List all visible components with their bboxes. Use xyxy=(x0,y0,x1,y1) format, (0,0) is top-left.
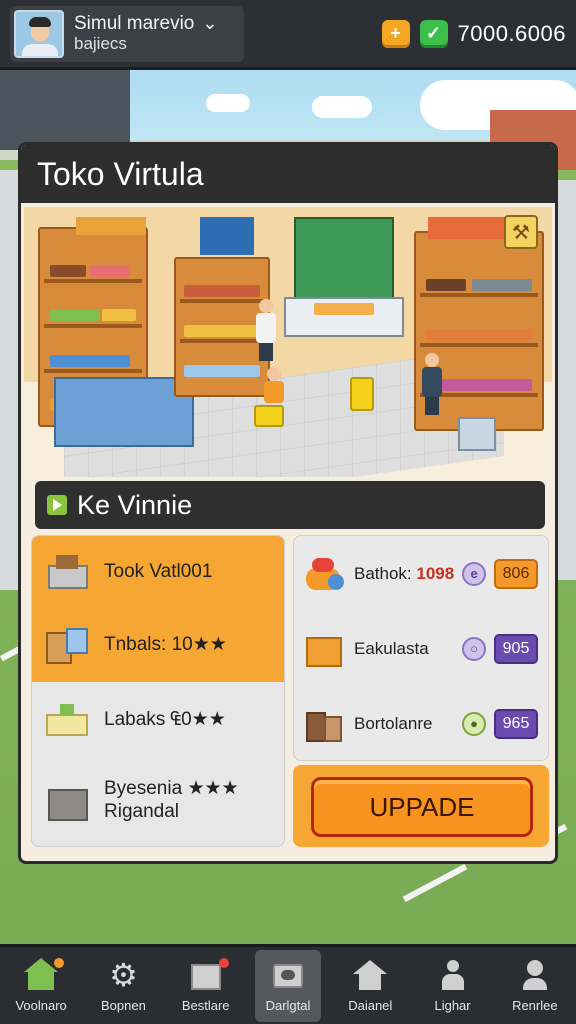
list-item-label: Tnbals: 10★★ xyxy=(104,634,227,656)
nav-item-register[interactable]: Darlgtal xyxy=(254,949,321,1022)
check-icon[interactable]: ✓ xyxy=(419,19,448,48)
list-item[interactable]: Tnbals: 10★★ xyxy=(32,609,284,682)
avatar xyxy=(14,9,64,58)
currency-display: + ✓ 7000.6006 xyxy=(381,19,567,48)
crates-icon xyxy=(302,704,346,744)
nav-item-person[interactable]: Lighar xyxy=(420,950,486,1022)
upgrade-container: UPPADE xyxy=(293,765,549,847)
nav-label: Bopnen xyxy=(101,998,146,1013)
list-item-sublabel: Rigandal xyxy=(104,801,179,822)
orange-box-icon xyxy=(302,629,346,669)
list-item-value: 1098 xyxy=(416,563,455,583)
panel-title: Toko Virtula xyxy=(21,145,555,203)
list-item[interactable]: Bortolanre ● 965 xyxy=(294,686,548,761)
bottom-navigation: Voolnaro ⚙ Bopnen Bestlare Darlgtal Daia… xyxy=(0,944,576,1024)
nav-label: Lighar xyxy=(434,998,471,1013)
play-icon xyxy=(47,495,67,515)
price-button[interactable]: 806 xyxy=(494,558,538,589)
section-header: Ke Vinnie xyxy=(35,481,545,529)
list-item[interactable]: Labaks ₠0★★ xyxy=(32,682,284,758)
shop-box-icon xyxy=(189,958,223,992)
cash-register-icon xyxy=(42,551,92,595)
notification-badge xyxy=(218,957,229,968)
home-icon xyxy=(24,958,59,992)
nav-label: Daianel xyxy=(348,998,393,1013)
profile-subtitle: bajiecs xyxy=(74,33,127,53)
currency-circle-icon: e xyxy=(462,561,486,586)
list-item[interactable]: Eakulasta ○ 905 xyxy=(294,611,548,686)
money-amount: 7000.6006 xyxy=(457,20,566,46)
nav-label: Bestlare xyxy=(181,998,230,1013)
list-item-label: Bathok: xyxy=(354,563,412,583)
price-button[interactable]: 905 xyxy=(494,633,538,664)
boxes-icon xyxy=(42,624,92,668)
price-button[interactable]: 965 xyxy=(494,708,538,739)
person-icon xyxy=(436,958,470,992)
nav-item-home[interactable]: Voolnaro xyxy=(8,950,74,1022)
register-icon xyxy=(271,958,305,992)
profile-name: Simul marevio xyxy=(74,12,195,34)
nav-label: Renrlee xyxy=(512,998,558,1013)
section-title: Ke Vinnie xyxy=(77,489,193,520)
gear-icon: ⚙ xyxy=(109,957,138,993)
list-item[interactable]: Bathok: 1098 e 806 xyxy=(294,536,548,611)
nav-item-settings[interactable]: ⚙ Bopnen xyxy=(90,950,156,1022)
plus-coin-icon[interactable]: + xyxy=(381,19,410,48)
profile-selector[interactable]: Simul marevio ⌄ bajiecs xyxy=(10,5,244,62)
list-item-label: Bortolanre xyxy=(354,713,433,733)
top-bar: Simul marevio ⌄ bajiecs + ✓ 7000.6006 xyxy=(0,0,576,70)
nav-item-house[interactable]: Daianel xyxy=(337,950,403,1022)
list-item-label: Took Vatl001 xyxy=(104,561,213,583)
storage-box-icon xyxy=(42,779,92,823)
nav-item-shop[interactable]: Bestlare xyxy=(173,950,239,1022)
house-icon xyxy=(353,958,388,992)
edit-store-button[interactable]: ⚒ xyxy=(504,215,538,249)
cheese-icon xyxy=(42,698,92,742)
chevron-down-icon: ⌄ xyxy=(202,13,218,34)
list-item-label: Eakulasta xyxy=(354,638,429,658)
wrench-icon: ⚒ xyxy=(512,221,530,244)
list-item-label: Labaks ₠0★★ xyxy=(104,708,226,730)
inventory-list: Bathok: 1098 e 806 Eakulasta ○ 905 Borto… xyxy=(293,535,549,761)
user-icon xyxy=(518,958,552,992)
currency-circle-icon: ● xyxy=(462,711,486,736)
store-stats-list: Took Vatl001 Tnbals: 10★★ Labaks ₠0★★ By… xyxy=(31,535,285,847)
nav-label: Voolnaro xyxy=(15,998,67,1013)
list-item[interactable]: Byesenia ★★★ Rigandal xyxy=(32,758,284,844)
list-item-label: Byesenia ★★★ xyxy=(104,778,239,800)
upgrade-button[interactable]: UPPADE xyxy=(311,777,533,837)
food-pile-icon xyxy=(302,554,346,594)
store-panel: Toko Virtula ⚒ Ke Vinnie Took Vatl001 Tn… xyxy=(18,142,558,864)
nav-label: Darlgtal xyxy=(265,998,311,1013)
list-item[interactable]: Took Vatl001 xyxy=(32,536,284,609)
nav-item-user[interactable]: Renrlee xyxy=(502,950,568,1022)
currency-circle-icon: ○ xyxy=(462,636,486,661)
store-scene-illustration: ⚒ xyxy=(24,207,552,477)
notification-badge xyxy=(54,957,65,968)
